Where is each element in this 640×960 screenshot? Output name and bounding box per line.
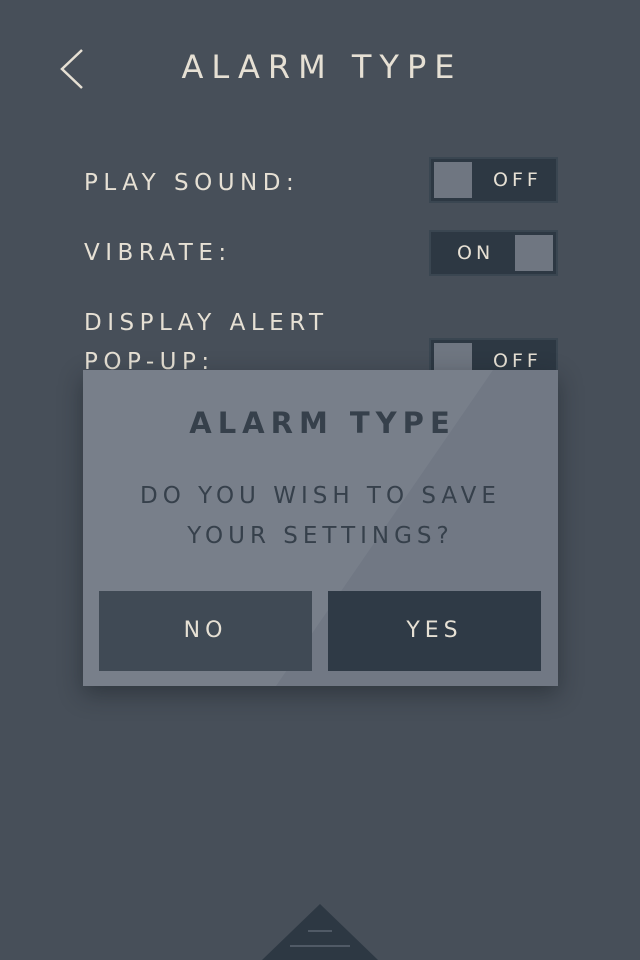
toggle-state: ON: [457, 242, 495, 264]
no-button[interactable]: NO: [99, 591, 312, 671]
vibrate-toggle[interactable]: ON: [429, 230, 558, 276]
menu-lines-icon: [262, 904, 378, 960]
page-title: ALARM TYPE: [181, 48, 463, 86]
vibrate-label: VIBRATE:: [84, 240, 232, 266]
toggle-state: OFF: [493, 169, 542, 191]
toggle-knob: [434, 162, 472, 198]
toggle-knob: [515, 235, 553, 271]
yes-button[interactable]: YES: [328, 591, 541, 671]
dialog-title: ALARM TYPE: [189, 406, 456, 440]
play-sound-toggle[interactable]: OFF: [429, 157, 558, 203]
alarm-type-screen: ALARM TYPE PLAY SOUND: OFF VIBRATE: ON D…: [0, 0, 640, 960]
dialog-message: DO YOU WISH TO SAVE YOUR SETTINGS?: [140, 483, 501, 549]
play-sound-label: PLAY SOUND:: [84, 170, 300, 196]
bottom-menu-handle[interactable]: [262, 904, 378, 960]
save-settings-dialog: ALARM TYPE DO YOU WISH TO SAVE YOUR SETT…: [83, 370, 558, 686]
